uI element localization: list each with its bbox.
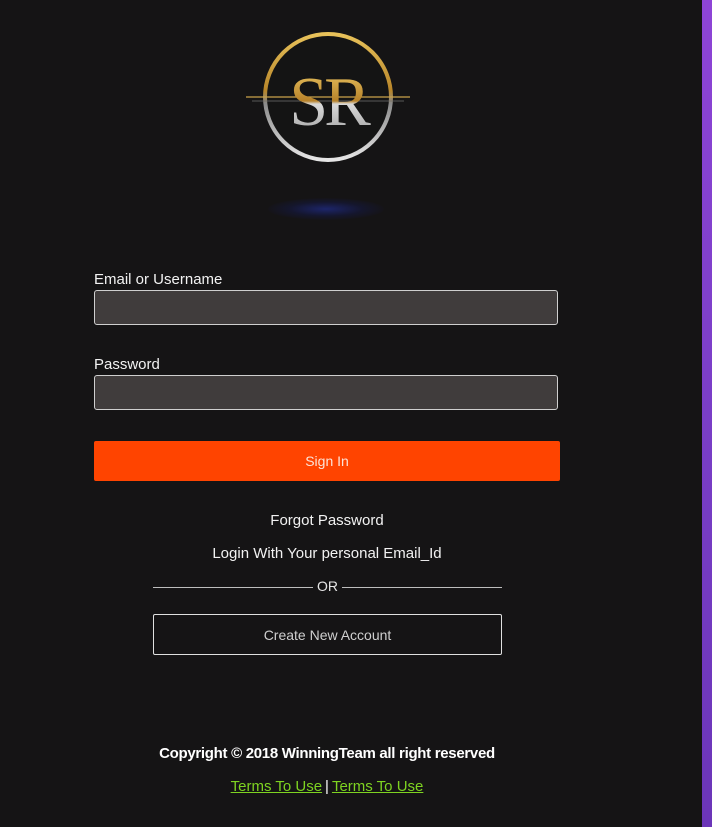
password-input[interactable]	[94, 375, 558, 410]
copyright-text: Copyright © 2018 WinningTeam all right r…	[159, 745, 495, 762]
or-divider: OR	[153, 578, 502, 596]
divider-line-right	[342, 587, 502, 588]
terms-link-1[interactable]: Terms To Use	[231, 778, 322, 795]
logo-glow	[268, 198, 384, 220]
sr-logo: SR	[246, 32, 410, 162]
email-label: Email or Username	[94, 271, 223, 288]
login-page: SR Email or Username Password Sign In Fo…	[0, 0, 712, 827]
forgot-password-link[interactable]: Forgot Password	[0, 512, 654, 529]
create-account-button[interactable]: Create New Account	[153, 614, 502, 655]
email-input[interactable]	[94, 290, 558, 325]
terms-separator: |	[325, 778, 329, 795]
sign-in-button[interactable]: Sign In	[94, 441, 560, 481]
logo-lettering: SR	[289, 64, 371, 141]
terms-link-2[interactable]: Terms To Use	[332, 778, 423, 795]
or-text: OR	[317, 578, 338, 594]
terms-links: Terms To Use | Terms To Use	[0, 778, 654, 795]
personal-email-login-link[interactable]: Login With Your personal Email_Id	[0, 545, 654, 562]
password-label: Password	[94, 356, 160, 373]
side-accent-strip	[702, 0, 712, 827]
